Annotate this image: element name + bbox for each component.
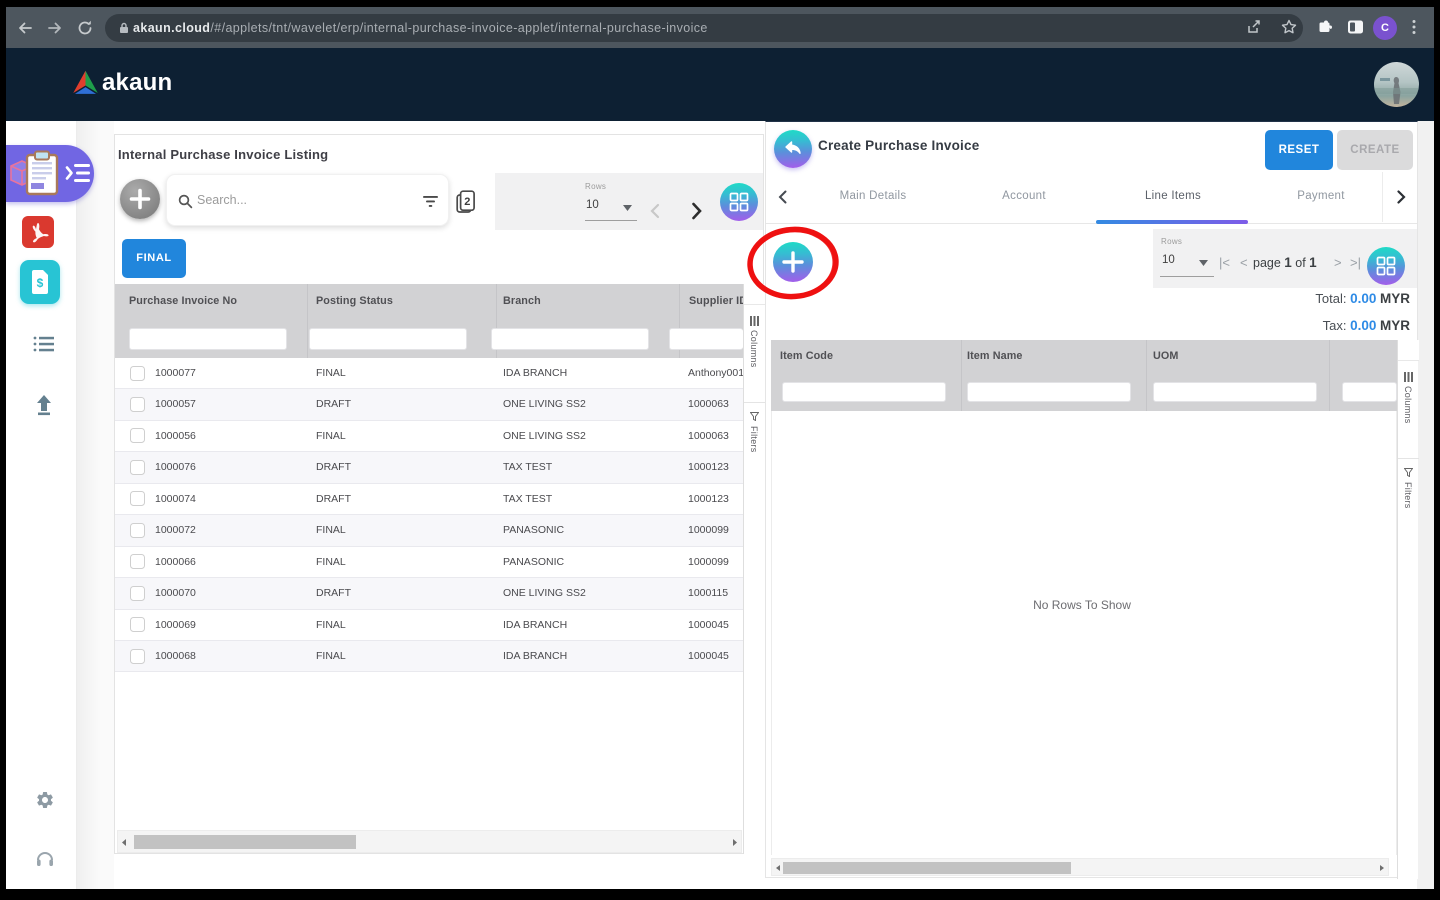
svg-text:2: 2 <box>464 196 470 208</box>
svg-text:$: $ <box>37 276 44 290</box>
